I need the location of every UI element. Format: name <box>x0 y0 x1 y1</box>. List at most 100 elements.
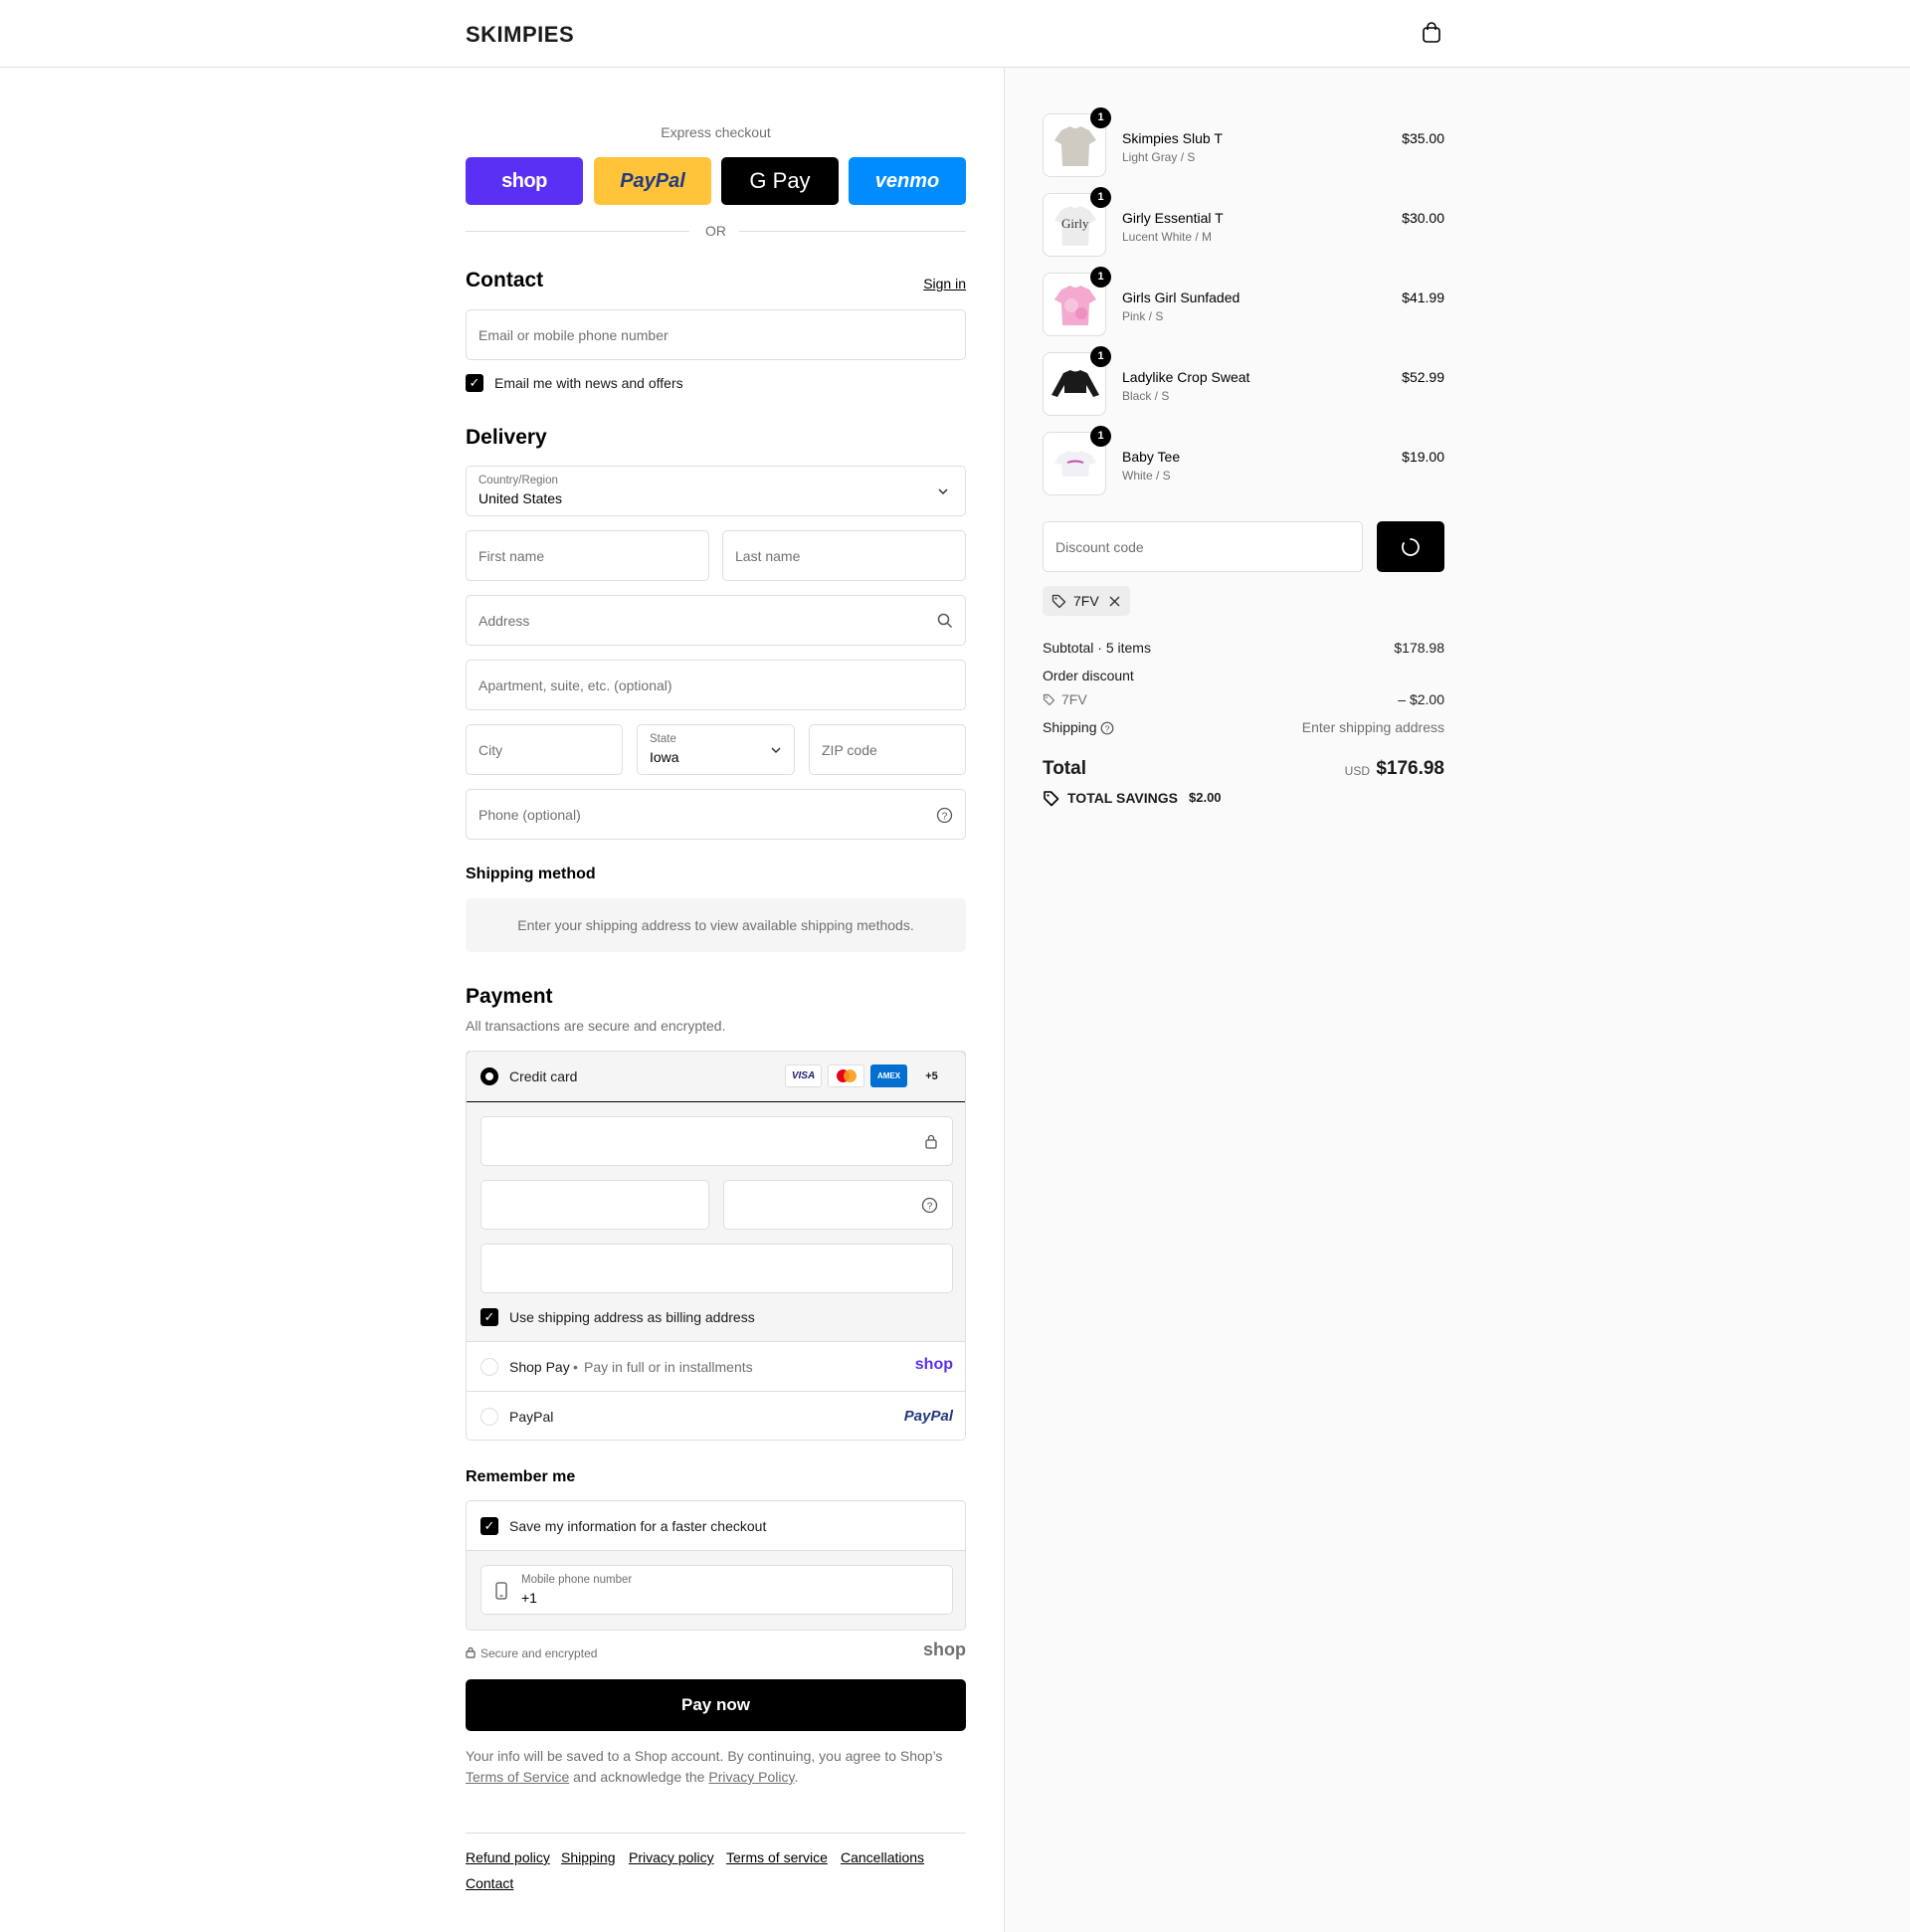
payment-methods: Credit card VISA AMEX +5 ? ✓ Use shippin… <box>466 1051 966 1441</box>
item-name: Baby Tee <box>1122 449 1181 465</box>
express-checkout-title: Express checkout <box>661 124 771 140</box>
shopping-bag-icon[interactable] <box>1422 22 1441 44</box>
card-number-field[interactable] <box>480 1116 953 1166</box>
applied-discount-tag: 7FV <box>1043 586 1130 616</box>
footer-divider <box>466 1833 966 1834</box>
total-savings-value: $2.00 <box>1189 790 1222 805</box>
item-variant: Black / S <box>1122 389 1170 403</box>
address-field[interactable]: Address <box>466 595 966 646</box>
quantity-badge: 1 <box>1090 267 1111 288</box>
phone-field[interactable]: Phone (optional) ? <box>466 789 966 840</box>
first-name-field[interactable]: First name <box>466 530 709 581</box>
item-variant: Pink / S <box>1122 309 1164 323</box>
quantity-badge: 1 <box>1090 187 1111 208</box>
google-pay-express-button[interactable]: G Pay <box>721 157 839 205</box>
currency-code: USD <box>1344 764 1370 778</box>
paypal-radio[interactable] <box>480 1408 498 1426</box>
tag-icon <box>1044 791 1059 807</box>
remove-discount-icon[interactable] <box>1109 596 1120 607</box>
billing-address-checkbox[interactable]: ✓ <box>480 1308 498 1326</box>
footer-link-cancellations[interactable]: Cancellations <box>841 1849 924 1865</box>
save-info-row: ✓ Save my information for a faster check… <box>467 1501 965 1551</box>
save-info-checkbox[interactable]: ✓ <box>480 1517 498 1535</box>
pay-now-button[interactable]: Pay now <box>466 1679 966 1731</box>
shop-pay-option[interactable]: Shop Pay • Pay in full or in installment… <box>467 1342 965 1392</box>
payment-subtitle: All transactions are secure and encrypte… <box>466 1018 726 1034</box>
subtotal-row: Subtotal · 5 items $178.98 <box>1043 640 1444 656</box>
mobile-value: +1 <box>521 1590 537 1606</box>
quantity-badge: 1 <box>1090 426 1111 447</box>
security-code-field[interactable]: ? <box>723 1180 953 1230</box>
remember-me-box: ✓ Save my information for a faster check… <box>466 1500 966 1631</box>
cart-item: 1 Baby Tee White / S $19.00 <box>1043 426 1444 497</box>
terms-of-service-link[interactable]: Terms of Service <box>466 1769 569 1785</box>
zip-field[interactable]: ZIP code <box>809 724 966 775</box>
help-circle-icon[interactable]: ? <box>1100 721 1114 735</box>
email-field[interactable]: Email or mobile phone number <box>466 309 966 360</box>
last-name-field[interactable]: Last name <box>722 530 966 581</box>
shop-pay-label: Shop Pay <box>509 1359 570 1375</box>
credit-card-label: Credit card <box>509 1068 578 1084</box>
apply-discount-button[interactable] <box>1377 521 1444 572</box>
or-divider: OR <box>466 223 966 239</box>
venmo-express-button[interactable]: venmo <box>849 157 966 205</box>
credit-card-option[interactable]: Credit card VISA AMEX +5 <box>467 1052 965 1102</box>
item-variant: White / S <box>1122 469 1171 483</box>
order-discount-row: Order discount <box>1043 668 1444 683</box>
svg-text:?: ? <box>1105 724 1110 734</box>
footer-link-terms-of-service[interactable]: Terms of service <box>726 1849 828 1865</box>
total-row: Total USD $176.98 <box>1043 758 1444 784</box>
mastercard-icon <box>828 1064 864 1087</box>
cart-item: 1 Ladylike Crop Sweat Black / S $52.99 <box>1043 346 1444 418</box>
paypal-express-button[interactable]: PayPal <box>594 157 711 205</box>
shop-pay-express-button[interactable]: shop <box>466 157 583 205</box>
item-price: $35.00 <box>1402 130 1444 146</box>
expiration-field[interactable] <box>480 1180 709 1230</box>
footer-link-shipping[interactable]: Shipping <box>561 1849 616 1865</box>
loading-spinner-icon <box>1402 538 1420 556</box>
shipping-method-heading: Shipping method <box>466 866 596 882</box>
item-price: $19.00 <box>1402 449 1444 465</box>
help-circle-icon[interactable]: ? <box>936 807 953 824</box>
shop-pay-radio[interactable] <box>480 1358 498 1376</box>
item-variant: Light Gray / S <box>1122 150 1196 164</box>
applied-discount-code: 7FV <box>1073 593 1099 609</box>
item-price: $41.99 <box>1402 290 1444 305</box>
state-select[interactable]: State Iowa <box>637 724 795 775</box>
name-on-card-field[interactable] <box>480 1244 953 1293</box>
country-select[interactable]: Country/Region United States <box>466 466 966 516</box>
shop-logo: shop <box>923 1640 966 1659</box>
news-checkbox[interactable]: ✓ <box>466 374 483 392</box>
paypal-option[interactable]: PayPal PayPal <box>467 1392 965 1440</box>
item-price: $52.99 <box>1402 369 1444 385</box>
credit-card-radio[interactable] <box>480 1067 498 1085</box>
google-pay-logo: G Pay <box>749 168 811 193</box>
tag-icon <box>1043 693 1055 706</box>
card-details-panel: ? ✓ Use shipping address as billing addr… <box>467 1102 965 1342</box>
mobile-label: Mobile phone number <box>521 1574 633 1586</box>
help-circle-icon[interactable]: ? <box>921 1197 938 1214</box>
sign-in-link[interactable]: Sign in <box>923 276 966 291</box>
shipping-method-notice: Enter your shipping address to view avai… <box>466 898 966 952</box>
footer-link-refund-policy[interactable]: Refund policy <box>466 1849 550 1865</box>
city-field[interactable]: City <box>466 724 623 775</box>
paypal-logo: PayPal <box>903 1408 953 1425</box>
discount-code-label: 7FV <box>1061 691 1087 707</box>
footer-link-privacy-policy[interactable]: Privacy policy <box>629 1849 714 1865</box>
privacy-policy-link[interactable]: Privacy Policy <box>708 1769 794 1785</box>
header: SKIMPIES <box>0 0 1910 68</box>
order-summary-pane <box>1004 68 1910 1932</box>
total-label: Total <box>1043 758 1086 779</box>
quantity-badge: 1 <box>1090 107 1111 128</box>
mobile-phone-field[interactable]: Mobile phone number +1 <box>480 1565 953 1615</box>
discount-amount: – $2.00 <box>1398 691 1444 707</box>
discount-code-field[interactable]: Discount code <box>1043 521 1363 572</box>
paypal-logo: PayPal <box>620 169 685 192</box>
subtotal-value: $178.98 <box>1394 640 1444 656</box>
item-name: Girly Essential T <box>1122 210 1224 226</box>
apartment-field[interactable]: Apartment, suite, etc. (optional) <box>466 660 966 710</box>
footer-link-contact[interactable]: Contact <box>466 1875 513 1891</box>
mobile-phone-icon <box>495 1582 507 1600</box>
store-logo[interactable]: SKIMPIES <box>466 22 574 48</box>
remember-me-heading: Remember me <box>466 1468 576 1485</box>
